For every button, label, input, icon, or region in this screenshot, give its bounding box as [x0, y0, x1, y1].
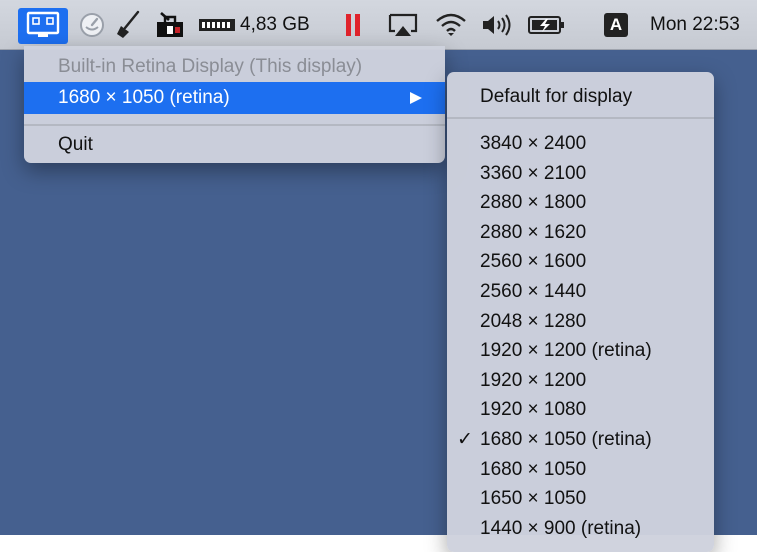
toolbox-menu-extra[interactable]	[150, 0, 190, 50]
resolution-label: 2880 × 1800	[480, 192, 587, 214]
resolution-label: 1680 × 1050	[480, 458, 587, 480]
ram-chip-icon	[199, 19, 235, 31]
menu-header-display: Built-in Retina Display (This display)	[58, 56, 363, 77]
menu-item-resolution[interactable]: 1680 × 1050	[447, 455, 714, 485]
current-resolution-label: 1680 × 1050 (retina)	[58, 87, 230, 108]
resolution-label: 1680 × 1050 (retina)	[480, 429, 652, 450]
menu-item-resolution[interactable]: 2560 × 1600	[447, 247, 714, 277]
pause-menu-extra[interactable]	[340, 0, 366, 50]
menu-separator	[24, 124, 445, 126]
menu-item-resolution[interactable]: 2560 × 1440	[447, 277, 714, 307]
airplay-icon	[388, 13, 418, 36]
resolution-label: 1650 × 1050	[480, 488, 587, 510]
menu-item-resolution[interactable]: 2880 × 1800	[447, 188, 714, 218]
menu-item-resolution[interactable]: 1920 × 1080	[447, 395, 714, 425]
submenu-arrow-icon	[410, 92, 422, 104]
cleaner-menu-extra[interactable]	[112, 0, 144, 50]
airplay-menu-extra[interactable]	[384, 0, 422, 50]
battery-charging-icon	[528, 16, 564, 34]
broom-icon	[117, 10, 140, 38]
display-icon	[26, 11, 60, 37]
menu-item-resolution[interactable]: ✓ 1680 × 1050 (retina)	[447, 425, 714, 455]
resolution-label: 2048 × 1280	[480, 310, 587, 332]
resolution-label: 2560 × 1440	[480, 281, 587, 302]
menu-item-current-resolution[interactable]: 1680 × 1050 (retina)	[24, 82, 445, 114]
resolution-submenu: Default for display 3840 × 2400 3360 × 21…	[447, 72, 714, 552]
menu-item-resolution[interactable]: 3840 × 2400	[447, 129, 714, 159]
input-source-menu-extra[interactable]: A	[600, 0, 632, 50]
clock-app-icon	[80, 13, 104, 37]
resolution-label: 3360 × 2100	[480, 162, 587, 184]
menu-item-resolution[interactable]: 1440 × 900 (retina)	[447, 514, 714, 544]
menu-bar: 4,83 GB A Mon 22:53	[0, 0, 757, 50]
menu-item-resolution[interactable]: 1650 × 1050	[447, 484, 714, 514]
resolution-label: 1920 × 1200	[480, 369, 587, 391]
menu-item-resolution[interactable]: 2048 × 1280	[447, 307, 714, 337]
memory-label: 4,83 GB	[240, 14, 310, 35]
wifi-icon	[436, 13, 466, 36]
menu-item-resolution[interactable]: 2880 × 1620	[447, 218, 714, 248]
pause-icon	[346, 14, 360, 36]
input-source-letter: A	[609, 15, 623, 34]
resolution-label: 1440 × 900 (retina)	[480, 517, 642, 539]
clock-app-menu-extra[interactable]	[76, 0, 108, 50]
memory-menu-extra[interactable]: 4,83 GB	[198, 0, 326, 50]
wifi-menu-extra[interactable]	[432, 0, 470, 50]
clock-label: Mon 22:53	[650, 14, 740, 35]
menu-item-resolution[interactable]: 1920 × 1200	[447, 366, 714, 396]
menu-item-quit[interactable]: Quit	[24, 130, 445, 160]
resolution-label: 2880 × 1620	[480, 221, 587, 243]
resolution-label: 1920 × 1080	[480, 399, 587, 421]
volume-menu-extra[interactable]	[478, 0, 518, 50]
resolution-label: 2560 × 1600	[480, 251, 587, 273]
menu-item-resolution[interactable]: 1920 × 1200 (retina)	[447, 336, 714, 366]
volume-icon	[483, 14, 511, 36]
checkmark-icon: ✓	[457, 429, 473, 450]
resolution-label: 1920 × 1200 (retina)	[480, 340, 652, 362]
display-dropdown-menu: Built-in Retina Display (This display) 1…	[24, 46, 445, 163]
submenu-separator	[447, 117, 714, 119]
clock-menu-extra[interactable]: Mon 22:53	[644, 0, 757, 50]
menu-item-resolution[interactable]: 3360 × 2100	[447, 159, 714, 189]
menu-item-default-for-display[interactable]: Default for display	[447, 82, 714, 112]
toolbox-icon	[157, 12, 183, 37]
display-menu-extra[interactable]	[14, 0, 72, 50]
input-source-badge: A	[604, 13, 628, 37]
resolution-label: 3840 × 2400	[480, 133, 587, 154]
battery-menu-extra[interactable]	[524, 0, 570, 50]
